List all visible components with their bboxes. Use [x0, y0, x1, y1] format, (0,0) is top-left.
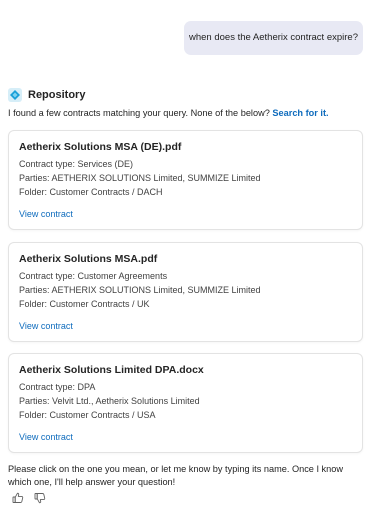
contract-folder: Folder: Customer Contracts / DACH [19, 187, 163, 197]
contract-title: Aetherix Solutions MSA.pdf [19, 253, 158, 265]
contract-folder: Folder: Customer Contracts / UK [19, 299, 150, 309]
contract-folder: Folder: Customer Contracts / USA [19, 410, 156, 420]
contract-card: Aetherix Solutions MSA (DE).pdf Contract… [8, 130, 363, 230]
contract-parties: Parties: Velvit Ltd., Aetherix Solutions… [19, 396, 200, 406]
contract-type: Contract type: Services (DE) [19, 159, 134, 169]
user-message-bubble: when does the Aetherix contract expire? [184, 21, 363, 55]
view-contract-link[interactable]: View contract [19, 321, 73, 331]
contract-parties: Parties: AETHERIX SOLUTIONS Limited, SUM… [19, 285, 261, 295]
bot-header: Repository [8, 87, 85, 103]
view-contract-link[interactable]: View contract [19, 209, 73, 219]
contract-type: Contract type: DPA [19, 382, 96, 392]
contract-card: Aetherix Solutions MSA.pdf Contract type… [8, 242, 363, 342]
bot-intro-message: I found a few contracts matching your qu… [8, 107, 364, 120]
contract-card: Aetherix Solutions Limited DPA.docx Cont… [8, 353, 363, 453]
feedback-bar [12, 491, 46, 504]
thumbs-up-icon[interactable] [12, 491, 24, 503]
search-link[interactable]: Search for it. [272, 108, 328, 118]
contract-title: Aetherix Solutions Limited DPA.docx [19, 364, 204, 376]
bot-followup-message: Please click on the one you mean, or let… [8, 464, 344, 487]
bot-name: Repository [28, 89, 86, 101]
diamond-logo-icon [8, 88, 22, 102]
contract-parties: Parties: AETHERIX SOLUTIONS Limited, SUM… [19, 173, 261, 183]
intro-text: I found a few contracts matching your qu… [8, 108, 270, 118]
user-message-text: when does the Aetherix contract expire? [189, 32, 358, 43]
chat-panel: when does the Aetherix contract expire? … [0, 0, 370, 520]
view-contract-link[interactable]: View contract [19, 432, 73, 442]
contract-title: Aetherix Solutions MSA (DE).pdf [19, 141, 182, 153]
contract-type: Contract type: Customer Agreements [19, 271, 168, 281]
thumbs-down-icon[interactable] [34, 491, 46, 504]
